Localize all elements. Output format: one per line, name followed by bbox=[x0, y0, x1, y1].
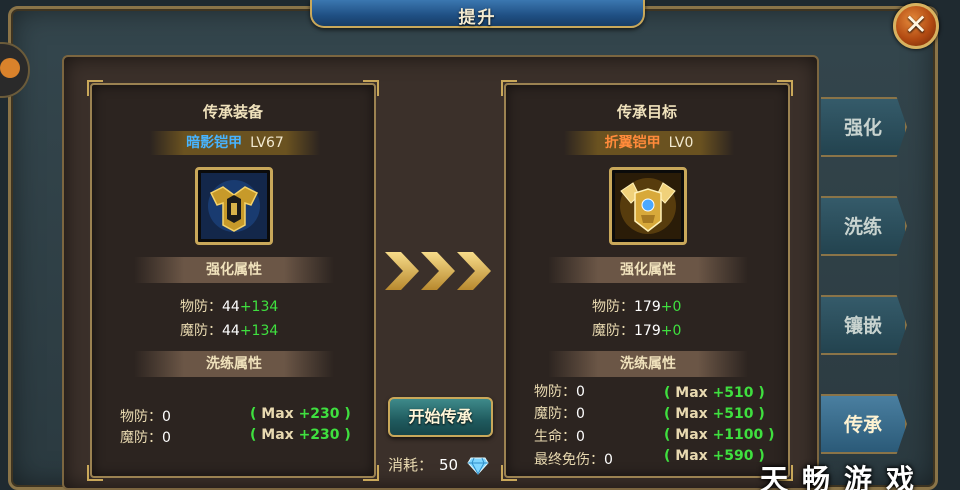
cost-value: 50 bbox=[439, 456, 459, 474]
tab-refine[interactable]: 洗练 bbox=[821, 196, 907, 256]
title-plate: 提升 bbox=[310, 0, 645, 28]
source-refine-row: 物防：0 bbox=[120, 409, 171, 425]
target-equipment-panel: 传承目标 折翼铠甲 LV0 强化属性 物防：179+0 魔防：179+0 洗练属性… bbox=[501, 80, 793, 481]
cost-label: 消耗： bbox=[388, 456, 434, 474]
target-strength-header: 强化属性 bbox=[548, 257, 748, 283]
target-refine-max: ( Max +1100 ) bbox=[664, 427, 775, 443]
source-refine-max: ( Max +230 ) bbox=[250, 427, 351, 443]
source-strength-row: 魔防：44+134 bbox=[180, 323, 279, 339]
close-icon: ✕ bbox=[904, 8, 928, 41]
watermark-text: 天畅游戏 bbox=[760, 463, 929, 490]
tab-inlay[interactable]: 镶嵌 bbox=[821, 295, 907, 355]
source-refine-row: 魔防：0 bbox=[120, 430, 171, 446]
source-equip-level: LV67 bbox=[250, 135, 284, 151]
transfer-arrows-icon bbox=[385, 252, 491, 290]
start-inherit-button[interactable]: 开始传承 bbox=[388, 397, 493, 437]
tab-inherit[interactable]: 传承 bbox=[821, 394, 907, 454]
target-refine-row: 生命：0 bbox=[534, 429, 585, 445]
target-refine-max: ( Max +510 ) bbox=[664, 385, 765, 401]
cost-display: 消耗： 50 bbox=[388, 454, 489, 475]
target-refine-header: 洗练属性 bbox=[548, 351, 748, 377]
dark-armor-icon bbox=[201, 173, 267, 239]
target-name-bar: 折翼铠甲 LV0 bbox=[564, 131, 734, 155]
target-strength-row: 物防：179+0 bbox=[592, 299, 682, 315]
target-refine-row: 最终免伤：0 bbox=[534, 452, 613, 468]
tab-enhance[interactable]: 强化 bbox=[821, 97, 907, 157]
target-refine-row: 魔防：0 bbox=[534, 406, 585, 422]
target-panel-title: 传承目标 bbox=[616, 103, 677, 121]
source-refine-max: ( Max +230 ) bbox=[250, 406, 351, 422]
diamond-icon bbox=[467, 457, 489, 475]
source-equip-name: 暗影铠甲 bbox=[186, 135, 243, 151]
source-panel-title: 传承装备 bbox=[202, 103, 263, 121]
source-name-bar: 暗影铠甲 LV67 bbox=[150, 131, 320, 155]
target-refine-row: 物防：0 bbox=[534, 384, 585, 400]
target-equip-level: LV0 bbox=[668, 135, 694, 151]
source-item-slot[interactable] bbox=[195, 167, 273, 245]
dialog-title: 提升 bbox=[458, 8, 497, 28]
target-strength-row: 魔防：179+0 bbox=[592, 323, 682, 339]
source-equipment-panel: 传承装备 暗影铠甲 LV67 强化属性 物防：44+134 魔防：44+134 洗… bbox=[87, 80, 379, 481]
source-strength-row: 物防：44+134 bbox=[180, 299, 279, 315]
target-equip-name: 折翼铠甲 bbox=[604, 135, 661, 151]
golden-winged-armor-icon bbox=[615, 173, 681, 239]
source-refine-header: 洗练属性 bbox=[134, 351, 334, 377]
target-refine-max: ( Max +590 ) bbox=[664, 448, 765, 464]
target-item-slot[interactable] bbox=[609, 167, 687, 245]
target-refine-max: ( Max +510 ) bbox=[664, 406, 765, 422]
close-button[interactable]: ✕ bbox=[893, 3, 939, 49]
source-strength-header: 强化属性 bbox=[134, 257, 334, 283]
